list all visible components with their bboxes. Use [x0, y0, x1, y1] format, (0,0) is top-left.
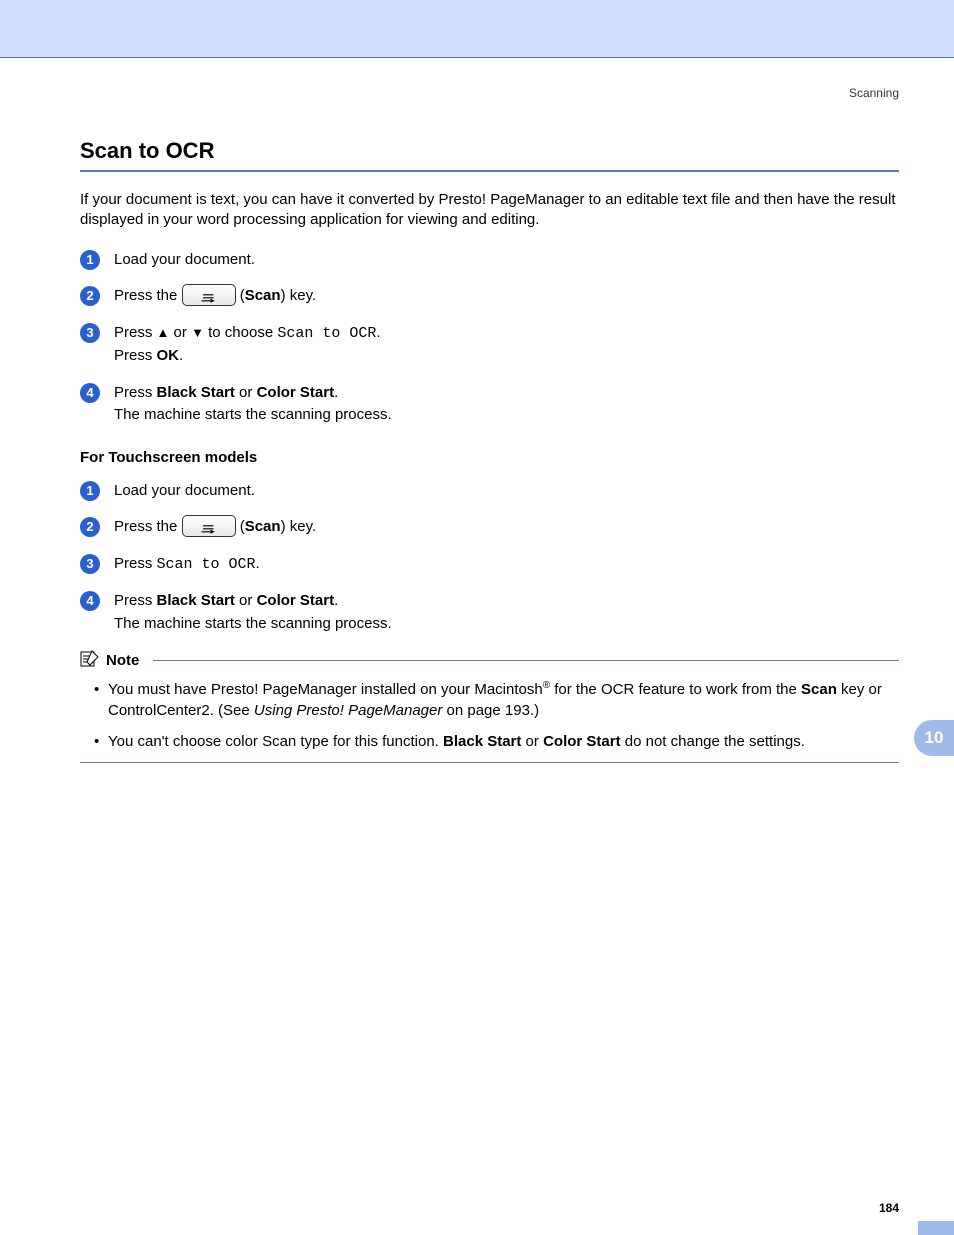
step-number-icon: 3 [80, 554, 100, 574]
step-number-icon: 4 [80, 383, 100, 403]
step-text: Press [114, 324, 157, 341]
step-text: . [334, 384, 338, 401]
step-3: 3 Press Scan to OCR. [80, 553, 899, 577]
page-number: 184 [0, 1201, 954, 1215]
note-text: for the OCR feature to work from the [550, 681, 801, 698]
color-start-label: Color Start [257, 384, 335, 401]
menu-option: Scan to OCR [277, 325, 376, 342]
touchscreen-heading: For Touchscreen models [80, 449, 899, 466]
step-text: . [334, 592, 338, 609]
step-text: Press [114, 555, 157, 572]
step-text: Press [114, 384, 157, 401]
step-number-icon: 3 [80, 323, 100, 343]
step-text: Load your document. [114, 482, 255, 499]
note-item: You can't choose color Scan type for thi… [94, 731, 899, 752]
step-4: 4 Press Black Start or Color Start. The … [80, 590, 899, 635]
step-number-icon: 2 [80, 286, 100, 306]
note-text: do not change the settings. [621, 733, 805, 750]
step-1: 1 Load your document. [80, 480, 899, 503]
scan-label: Scan [245, 287, 281, 304]
black-start-label: Black Start [157, 384, 235, 401]
scan-label: Scan [245, 518, 281, 535]
color-start-label: Color Start [543, 733, 621, 750]
menu-option: Scan to OCR [157, 556, 256, 573]
step-text: to choose [204, 324, 277, 341]
step-text: The machine starts the scanning process. [114, 615, 392, 632]
page-footer: 184 [0, 1201, 954, 1235]
section-title: Scan to OCR [80, 138, 899, 164]
ok-label: OK [157, 347, 180, 364]
step-3: 3 Press ▲ or ▼ to choose Scan to OCR. Pr… [80, 322, 899, 368]
step-text: Press the [114, 287, 182, 304]
step-text: Press the [114, 518, 182, 535]
step-number-icon: 2 [80, 517, 100, 537]
note-text: on page 193.) [442, 702, 539, 719]
scan-key-icon [182, 515, 236, 537]
step-number-icon: 1 [80, 481, 100, 501]
note-text: You must have Presto! PageManager instal… [108, 681, 543, 698]
step-text: The machine starts the scanning process. [114, 406, 392, 423]
footer-accent-bar [918, 1221, 954, 1235]
step-2: 2 Press the (Scan) key. [80, 285, 899, 308]
note-text: You can't choose color Scan type for thi… [108, 733, 443, 750]
steps-standard: 1 Load your document. 2 Press the (Scan)… [80, 249, 899, 427]
running-head: Scanning [80, 86, 899, 100]
step-text: . [179, 347, 183, 364]
steps-touchscreen: 1 Load your document. 2 Press the (Scan)… [80, 480, 899, 636]
step-text: or [235, 592, 257, 609]
title-rule [80, 170, 899, 172]
step-text: ) key. [281, 287, 317, 304]
step-number-icon: 4 [80, 591, 100, 611]
registered-mark: ® [543, 680, 550, 691]
black-start-label: Black Start [157, 592, 235, 609]
note-item: You must have Presto! PageManager instal… [94, 679, 899, 721]
black-start-label: Black Start [443, 733, 521, 750]
note-text: or [521, 733, 543, 750]
up-arrow-icon: ▲ [157, 325, 170, 340]
step-text: Press [114, 347, 157, 364]
step-text: or [235, 384, 257, 401]
step-text: . [376, 324, 380, 341]
step-2: 2 Press the (Scan) key. [80, 516, 899, 539]
note-pencil-icon [80, 649, 100, 671]
note-list: You must have Presto! PageManager instal… [80, 679, 899, 752]
step-text: Press [114, 592, 157, 609]
step-number-icon: 1 [80, 250, 100, 270]
step-text: or [169, 324, 191, 341]
note-block: Note You must have Presto! PageManager i… [80, 649, 899, 763]
scan-key-icon [182, 284, 236, 306]
top-banner [0, 0, 954, 58]
chapter-tab: 10 [914, 720, 954, 756]
note-rule [153, 660, 899, 661]
step-text: Load your document. [114, 251, 255, 268]
note-label: Note [106, 652, 139, 669]
step-text: ) key. [281, 518, 317, 535]
cross-ref-link[interactable]: Using Presto! PageManager [254, 702, 442, 719]
step-1: 1 Load your document. [80, 249, 899, 272]
intro-paragraph: If your document is text, you can have i… [80, 190, 899, 231]
scan-label: Scan [801, 681, 837, 698]
step-4: 4 Press Black Start or Color Start. The … [80, 382, 899, 427]
note-bottom-rule [80, 762, 899, 763]
step-text: . [256, 555, 260, 572]
color-start-label: Color Start [257, 592, 335, 609]
down-arrow-icon: ▼ [191, 325, 204, 340]
page-content: Scanning Scan to OCR If your document is… [0, 58, 954, 763]
